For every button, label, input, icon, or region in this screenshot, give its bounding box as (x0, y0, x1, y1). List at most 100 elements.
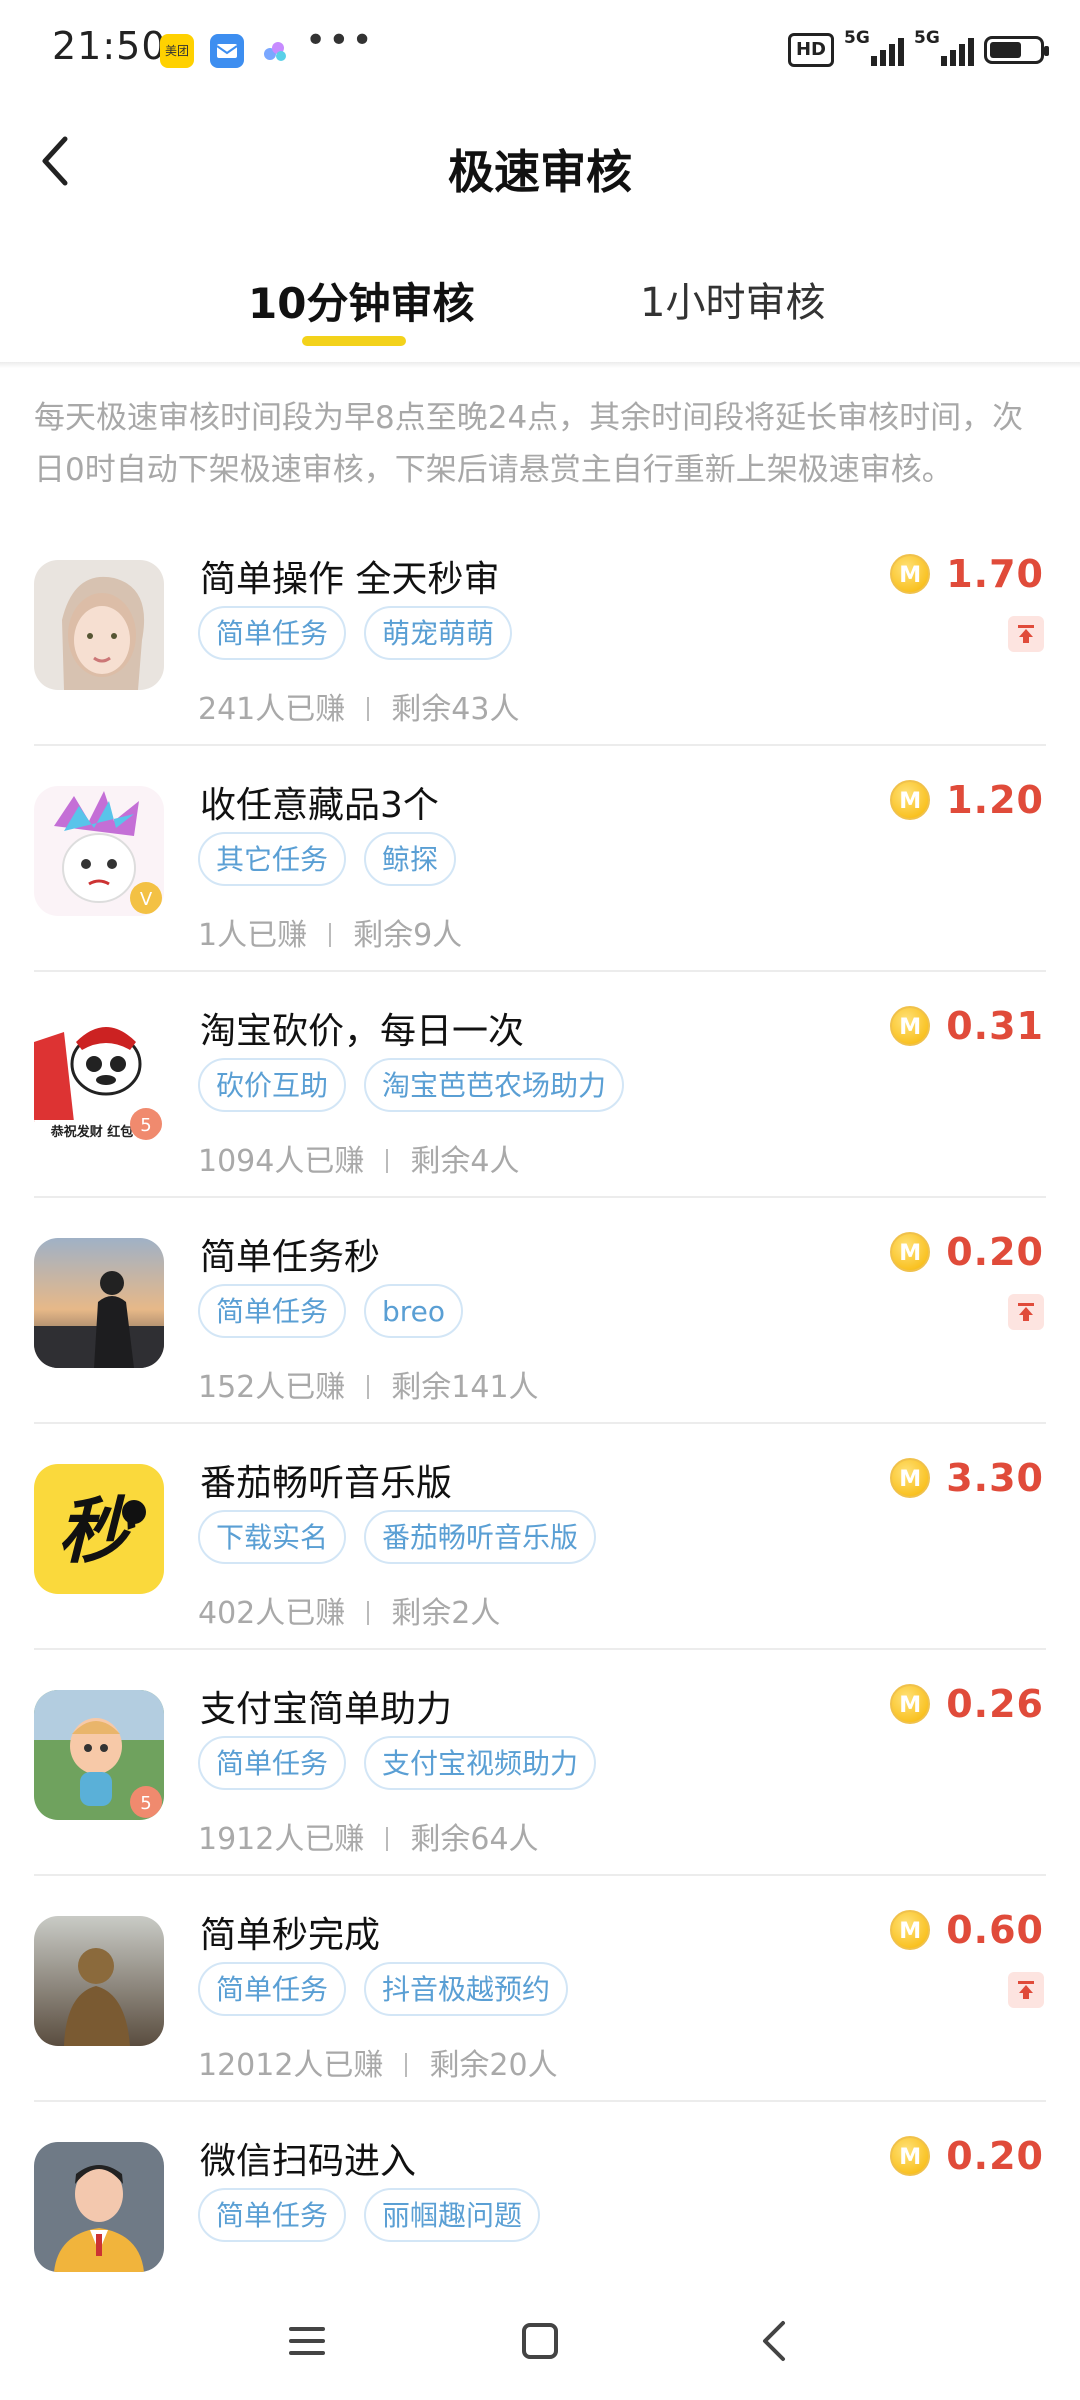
task-item[interactable]: 5 支付宝简单助力 简单任务 支付宝视频助力 1912人已赚 剩余64人 M 0.26 (0, 1650, 1080, 1876)
task-item[interactable]: 简单任务秒 简单任务 breo 152人已赚 剩余141人 M 0.20 (0, 1198, 1080, 1424)
earned-count: 402人已赚 (198, 1596, 346, 1631)
stats-separator (367, 697, 370, 721)
mail-icon (210, 34, 244, 68)
recent-apps-button[interactable] (272, 2306, 342, 2376)
coin-icon: M (890, 2136, 931, 2176)
coin-icon: M (890, 1684, 931, 1724)
earned-count: 152人已赚 (198, 1370, 346, 1405)
task-tags: 简单任务 丽帼趣问题 (198, 2188, 541, 2242)
remaining-count: 剩余4人 (410, 1144, 520, 1179)
app-header: 极速审核 (0, 96, 1080, 226)
status-bar: 21:50 美团 ••• HD 5G 5G (0, 0, 1080, 96)
price-value: 0.60 (946, 1908, 1044, 1952)
tab-1-hour-review[interactable]: 1小时审核 (640, 270, 825, 328)
task-stats: 1人已赚 剩余9人 (198, 910, 462, 954)
page-title: 极速审核 (448, 145, 632, 199)
remaining-count: 剩余9人 (353, 918, 463, 953)
task-tag: 简单任务 (198, 606, 347, 660)
notice-text: 每天极速审核时间段为早8点至晚24点，其余时间段将延长审核时间，次日0时自动下架… (34, 400, 1024, 488)
task-tag: 下载实名 (198, 1510, 347, 1564)
task-title: 微信扫码进入 (200, 2141, 417, 2182)
task-avatar: 恭祝发财 红包 5 (34, 1012, 164, 1142)
task-tags: 简单任务 支付宝视频助力 (198, 1736, 597, 1790)
more-notifications-icon: ••• (305, 20, 375, 61)
svg-text:5: 5 (140, 1115, 151, 1136)
coin-icon: M (890, 1458, 931, 1498)
task-tag: 简单任务 (198, 1736, 347, 1790)
task-tag: 简单任务 (198, 1962, 347, 2016)
earned-count: 1094人已赚 (198, 1144, 365, 1179)
remaining-count: 剩余20人 (429, 2048, 558, 2083)
price-value: 1.70 (946, 552, 1044, 596)
task-avatar (34, 1916, 164, 2046)
task-tag: 简单任务 (198, 2188, 347, 2242)
stats-separator (367, 1375, 370, 1399)
task-item[interactable]: 简单操作 全天秒审 简单任务 萌宠萌萌 241人已赚 剩余43人 M 1.70 (0, 520, 1080, 746)
task-stats: 152人已赚 剩余141人 (198, 1362, 539, 1406)
coin-icon: M (890, 780, 931, 820)
earned-count: 241人已赚 (198, 692, 346, 727)
price-value: 0.26 (946, 1682, 1044, 1726)
home-button[interactable] (505, 2306, 575, 2376)
reward-price: M 0.26 (890, 1682, 1044, 1726)
task-tag: 简单任务 (198, 1284, 347, 1338)
tabs-divider (0, 362, 1080, 368)
pinned-top-icon (1008, 616, 1044, 652)
remaining-count: 剩余64人 (410, 1822, 539, 1857)
pinned-top-icon (1008, 1294, 1044, 1330)
task-tag: 番茄畅听音乐版 (364, 1510, 597, 1564)
coin-icon: M (890, 1006, 931, 1046)
task-tag: 抖音极越预约 (364, 1962, 569, 2016)
signal-5g-icon: 5G (844, 28, 904, 68)
task-item[interactable]: 恭祝发财 红包 5 淘宝砍价，每日一次 砍价互助 淘宝芭芭农场助力 1094人已赚 剩余4人… (0, 972, 1080, 1198)
task-avatar (34, 560, 164, 690)
task-tags: 下载实名 番茄畅听音乐版 (198, 1510, 597, 1564)
task-item[interactable]: V 收任意藏品3个其它任务 鲸探 1人已赚 剩余9人 M 1.20 (0, 746, 1080, 972)
earned-count: 1人已赚 (198, 918, 308, 953)
chevron-left-icon (763, 2321, 785, 2361)
task-title: 简单秒完成 (200, 1915, 381, 1956)
reward-price: M 0.20 (890, 2134, 1044, 2178)
task-item[interactable]: 简单秒完成简单任务 抖音极越预约 12012人已赚 剩余20人 M 0.60 (0, 1876, 1080, 2102)
square-home-icon (522, 2323, 558, 2359)
task-stats: 12012人已赚 剩余20人 (198, 2040, 558, 2084)
task-stats: 402人已赚 剩余2人 (198, 1588, 500, 1632)
task-title: 番茄畅听音乐版 (200, 1463, 453, 1504)
task-avatar (34, 2142, 164, 2272)
task-item[interactable]: 秒番茄畅听音乐版 下载实名 番茄畅听音乐版 402人已赚 剩余2人 M 3.30 (0, 1424, 1080, 1650)
stats-separator (386, 1149, 389, 1173)
task-stats: 1094人已赚 剩余4人 (198, 1136, 519, 1180)
task-avatar (34, 1238, 164, 1368)
task-title: 收任意藏品3个 (200, 785, 439, 826)
task-tags: 简单任务 breo (198, 1284, 464, 1338)
task-stats: 1912人已赚 剩余64人 (198, 1814, 539, 1858)
task-tags: 简单任务 萌宠萌萌 (198, 606, 513, 660)
hd-icon: HD (787, 33, 834, 67)
task-tags: 其它任务 鲸探 (198, 832, 457, 886)
remaining-count: 剩余2人 (391, 1596, 501, 1631)
earned-count: 12012人已赚 (198, 2048, 384, 2083)
task-stats: 241人已赚 剩余43人 (198, 684, 519, 728)
system-back-button[interactable] (740, 2306, 810, 2376)
stats-separator (329, 923, 332, 947)
svg-text:恭祝发财 红包: 恭祝发财 红包 (50, 1124, 134, 1140)
task-tags: 砍价互助 淘宝芭芭农场助力 (198, 1058, 625, 1112)
task-avatar: 秒 (34, 1464, 164, 1594)
reward-price: M 0.60 (890, 1908, 1044, 1952)
task-avatar: 5 (34, 1690, 164, 1820)
menu-icon (289, 2327, 325, 2355)
task-tag: 砍价互助 (198, 1058, 347, 1112)
task-avatar: V (34, 786, 164, 916)
tab-10-minute-review[interactable]: 10分钟审核 (248, 270, 474, 331)
task-title: 简单任务秒 (200, 1237, 381, 1278)
task-title: 简单操作 全天秒审 (200, 559, 500, 600)
price-value: 0.20 (946, 2134, 1044, 2178)
stats-separator (405, 2053, 408, 2077)
task-tag: 丽帼趣问题 (364, 2188, 541, 2242)
price-value: 0.31 (946, 1004, 1044, 1048)
task-tag: 鲸探 (364, 832, 457, 886)
price-value: 3.30 (946, 1456, 1044, 1500)
remaining-count: 剩余141人 (391, 1370, 539, 1405)
reward-price: M 1.20 (890, 778, 1044, 822)
svg-text:秒: 秒 (58, 1489, 136, 1573)
